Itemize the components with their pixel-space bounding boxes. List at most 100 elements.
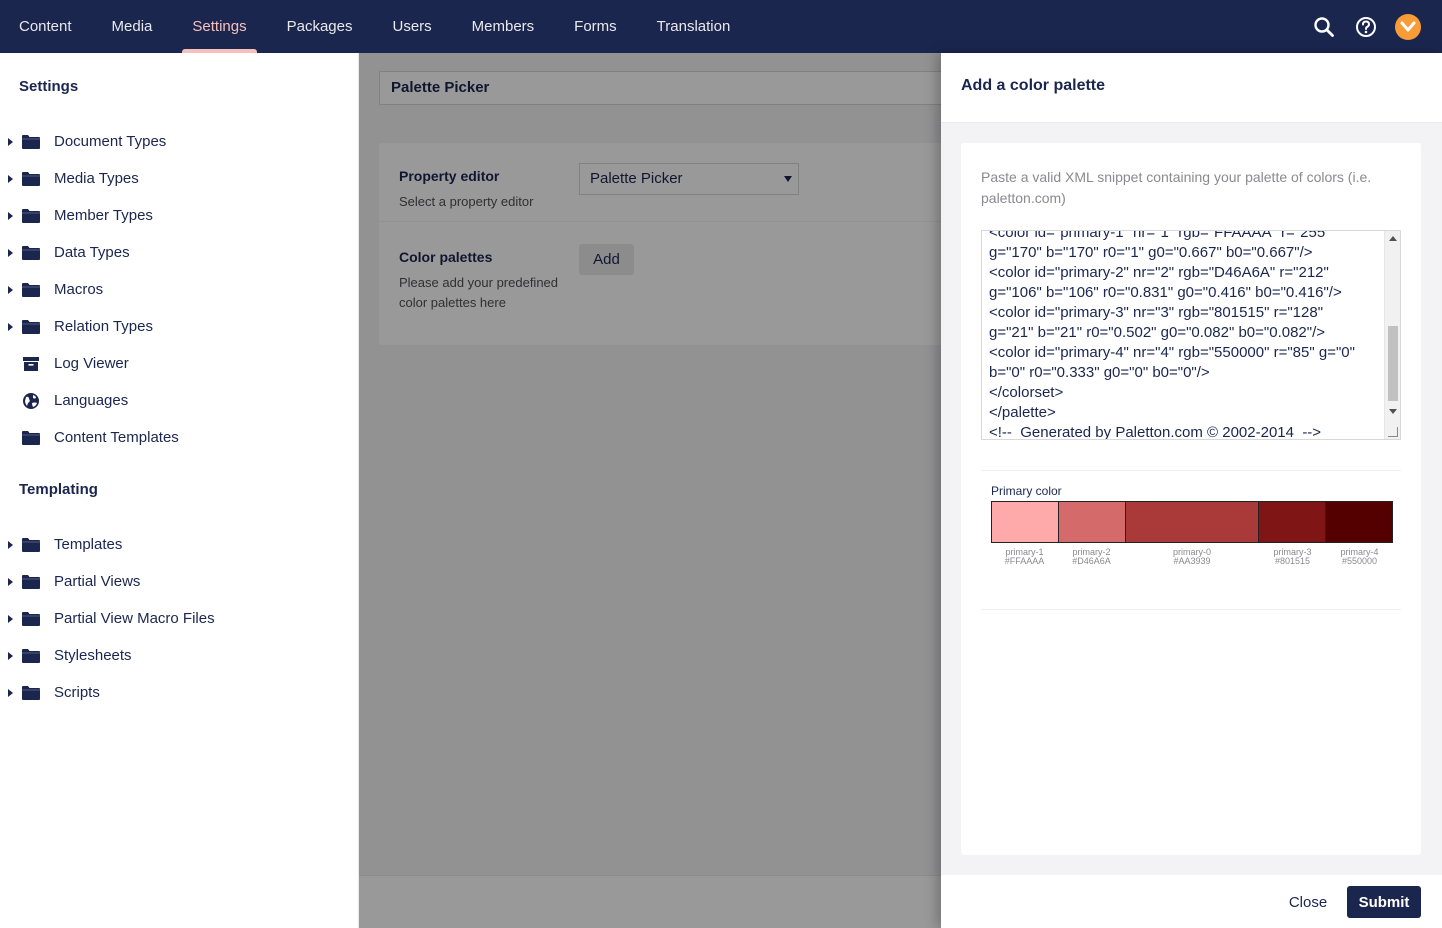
swatch-primary-4 (1326, 502, 1392, 542)
sidebar-item-document-types[interactable]: Document Types (0, 123, 358, 160)
nav-members[interactable]: Members (452, 0, 555, 53)
nav-media[interactable]: Media (92, 0, 173, 53)
caret-right-icon[interactable] (8, 651, 13, 660)
nav-content[interactable]: Content (0, 0, 92, 53)
help-icon[interactable] (1352, 13, 1380, 41)
add-color-palette-dialog: Add a color palette Paste a valid XML sn… (941, 53, 1442, 928)
caret-right-icon[interactable] (8, 577, 13, 586)
scroll-up-icon[interactable] (1389, 236, 1397, 241)
nav-packages[interactable]: Packages (267, 0, 373, 53)
user-avatar[interactable] (1394, 13, 1422, 41)
sidebar-item-data-types[interactable]: Data Types (0, 234, 358, 271)
swatch-primary-3 (1259, 502, 1326, 542)
folder-icon (22, 245, 40, 261)
xml-line: </colorset> (989, 384, 1064, 401)
caret-right-icon[interactable] (8, 137, 13, 146)
sidebar-item-label: Content Templates (54, 429, 179, 446)
folder-icon (22, 537, 40, 553)
sidebar-item-content-templates[interactable]: Content Templates (0, 419, 358, 456)
nav-forms[interactable]: Forms (554, 0, 637, 53)
xml-line: </palette> (989, 404, 1056, 421)
divider (981, 609, 1401, 610)
archive-icon (22, 356, 40, 372)
sidebar-item-label: Media Types (54, 170, 139, 187)
sidebar-item-label: Relation Types (54, 318, 153, 335)
scroll-down-icon[interactable] (1389, 409, 1397, 414)
xml-line: g="21" b="21" r0="0.502" g0="0.082" b0="… (989, 324, 1326, 341)
swatch-primary-2 (1059, 502, 1126, 542)
sidebar-item-label: Languages (54, 392, 129, 409)
folder-icon (22, 134, 40, 150)
folder-icon (22, 648, 40, 664)
palette-swatches (991, 501, 1393, 543)
sidebar-item-partial-views[interactable]: Partial Views (0, 563, 358, 600)
folder-icon (22, 611, 40, 627)
sidebar: Settings Document Types Media Types Member… (0, 53, 359, 928)
xml-line: g="170" b="170" r0="1" g0="0.667" b0="0.… (989, 244, 1313, 261)
submit-button[interactable]: Submit (1347, 886, 1421, 918)
swatch-label: primary-0 #AA3939 (1125, 548, 1259, 566)
sidebar-item-languages[interactable]: Languages (0, 382, 358, 419)
xml-line: <color id="primary-4" nr="4" rgb="550000… (989, 344, 1355, 361)
sidebar-item-macros[interactable]: Macros (0, 271, 358, 308)
sidebar-item-label: Partial View Macro Files (54, 610, 215, 627)
caret-right-icon[interactable] (8, 322, 13, 331)
top-icons (1310, 0, 1422, 53)
sidebar-item-partial-view-macro-files[interactable]: Partial View Macro Files (0, 600, 358, 637)
folder-icon (22, 171, 40, 187)
sidebar-item-member-types[interactable]: Member Types (0, 197, 358, 234)
section-nav: Content Media Settings Packages Users Members… (0, 0, 750, 53)
sidebar-item-stylesheets[interactable]: Stylesheets (0, 637, 358, 674)
caret-right-icon[interactable] (8, 614, 13, 623)
dialog-title: Add a color palette (941, 53, 1442, 123)
sidebar-item-media-types[interactable]: Media Types (0, 160, 358, 197)
caret-right-icon[interactable] (8, 688, 13, 697)
sidebar-item-templates[interactable]: Templates (0, 526, 358, 563)
palette-label: Primary color (991, 484, 1062, 498)
nav-translation[interactable]: Translation (637, 0, 751, 53)
folder-icon (22, 208, 40, 224)
templating-section-title: Templating (19, 481, 98, 498)
textarea-scrollbar[interactable] (1384, 231, 1400, 439)
caret-right-icon[interactable] (8, 248, 13, 257)
sidebar-item-label: Stylesheets (54, 647, 132, 664)
sidebar-item-label: Partial Views (54, 573, 141, 590)
dialog-body: Paste a valid XML snippet containing you… (961, 143, 1421, 855)
sidebar-item-scripts[interactable]: Scripts (0, 674, 358, 711)
folder-icon (22, 685, 40, 701)
divider (981, 470, 1401, 471)
nav-settings[interactable]: Settings (172, 0, 266, 53)
nav-users[interactable]: Users (372, 0, 451, 53)
top-navigation: Content Media Settings Packages Users Members… (0, 0, 1442, 53)
overlay-backdrop[interactable] (359, 53, 941, 928)
avatar (1395, 13, 1421, 40)
caret-right-icon[interactable] (8, 211, 13, 220)
swatch-hex: #801515 (1274, 556, 1311, 566)
sidebar-item-relation-types[interactable]: Relation Types (0, 308, 358, 345)
swatch-hex: #FFAAAA (1004, 556, 1045, 566)
sidebar-item-label: Data Types (54, 244, 130, 261)
sidebar-item-label: Macros (54, 281, 104, 298)
resize-grip-icon[interactable] (1388, 427, 1398, 437)
swatch-labels: primary-1 #FFAAAA primary-2 #D46A6A primary-… (991, 548, 1393, 566)
sidebar-item-log-viewer[interactable]: Log Viewer (0, 345, 358, 382)
dialog-footer: Close Submit (941, 875, 1442, 928)
sidebar-item-label: Document Types (54, 133, 167, 150)
caret-right-icon[interactable] (8, 285, 13, 294)
xml-content: <color id="primary-1" nr="1" rgb="FFAAAA… (989, 231, 1384, 439)
xml-line: g="106" b="106" r0="0.831" g0="0.416" b0… (989, 284, 1342, 301)
dialog-description: Paste a valid XML snippet containing you… (981, 169, 1372, 206)
xml-line: <color id="primary-3" nr="3" rgb="801515… (989, 304, 1324, 321)
sidebar-item-label: Member Types (54, 207, 153, 224)
xml-line: <color id="primary-2" nr="2" rgb="D46A6A… (989, 264, 1329, 281)
swatch-hex: #550000 (1341, 556, 1378, 566)
caret-right-icon[interactable] (8, 174, 13, 183)
xml-snippet-textarea[interactable]: <color id="primary-1" nr="1" rgb="FFAAAA… (981, 230, 1401, 440)
search-icon[interactable] (1310, 13, 1338, 41)
scroll-thumb[interactable] (1388, 326, 1398, 401)
caret-right-icon[interactable] (8, 540, 13, 549)
sidebar-item-label: Templates (54, 536, 123, 553)
swatch-label: primary-4 #550000 (1326, 548, 1393, 566)
swatch-hex: #AA3939 (1173, 556, 1211, 566)
close-button[interactable]: Close (1281, 887, 1335, 917)
